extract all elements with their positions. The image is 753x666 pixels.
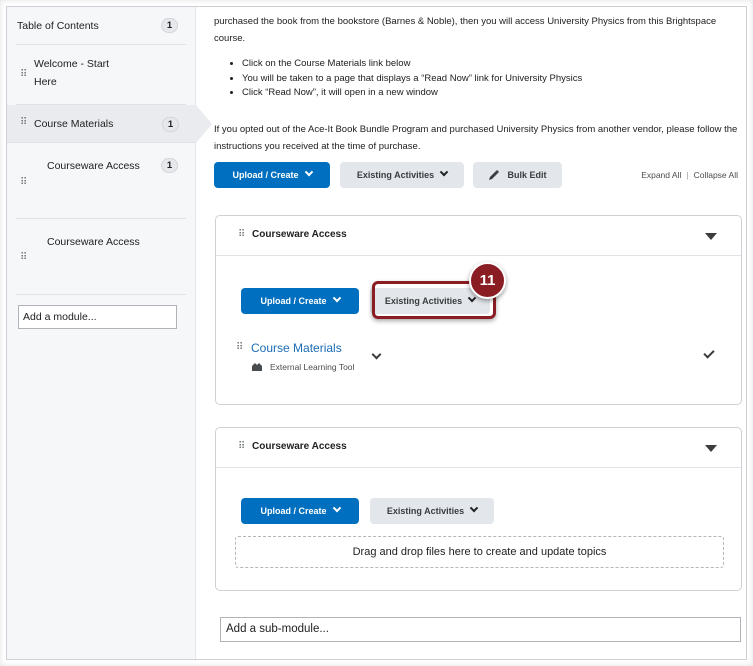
drag-handle-icon[interactable]: ⠿ <box>238 229 245 240</box>
main-content: purchased the book from the bookstore (B… <box>202 7 746 659</box>
sidebar-item-table-of-contents[interactable]: Table of Contents 1 <box>16 7 186 45</box>
button-label: Existing Activities <box>386 506 465 516</box>
sidebar-item-label: Welcome - Start <box>34 58 110 70</box>
list-item: You will be taken to a page that display… <box>242 72 582 87</box>
drag-handle-icon[interactable]: ⠿ <box>238 441 245 452</box>
optout-text-line: If you opted out of the Ace-It Book Bund… <box>214 124 738 135</box>
submodule-header[interactable]: ⠿ Courseware Access <box>216 428 741 468</box>
external-tool-icon <box>252 363 262 371</box>
pencil-icon <box>489 169 500 180</box>
button-label: Upload / Create <box>232 170 299 180</box>
collapse-toggle-icon[interactable] <box>705 445 717 452</box>
sidebar-item-courseware-access-1[interactable]: ⠿ Courseware Access 1 <box>16 143 186 219</box>
upload-create-button[interactable]: Upload / Create <box>241 498 359 524</box>
expand-collapse-links: Expand All | Collapse All <box>641 170 738 180</box>
chevron-down-icon <box>469 503 479 513</box>
add-submodule-input[interactable]: Add a sub-module... <box>220 617 741 642</box>
button-label: Bulk Edit <box>507 170 547 180</box>
drag-handle-icon[interactable]: ⠿ <box>20 177 27 188</box>
collapse-toggle-icon[interactable] <box>705 233 717 240</box>
count-badge: 1 <box>162 117 179 132</box>
submodule-card: ⠿ Courseware Access Upload / Create Exis… <box>215 427 742 591</box>
sidebar-item-label: Courseware Access <box>47 160 140 172</box>
topic-type-label: External Learning Tool <box>270 362 355 372</box>
upload-create-button[interactable]: Upload / Create <box>214 162 330 188</box>
drag-handle-icon[interactable]: ⠿ <box>20 69 27 80</box>
intro-text-line: purchased the book from the bookstore (B… <box>214 16 717 27</box>
list-item: Click on the Course Materials link below <box>242 57 582 72</box>
count-badge: 1 <box>161 158 178 173</box>
collapse-all-link[interactable]: Collapse All <box>694 170 738 180</box>
step-number-badge: 11 <box>469 262 506 299</box>
existing-activities-button[interactable]: Existing Activities <box>370 498 494 524</box>
sidebar-item-course-materials[interactable]: ⠿ Course Materials 1 <box>7 105 212 143</box>
count-badge: 1 <box>161 18 178 33</box>
chevron-down-icon <box>332 293 341 303</box>
instruction-list: Click on the Course Materials link below… <box>228 57 582 101</box>
drag-handle-icon[interactable]: ⠿ <box>20 117 27 128</box>
drag-handle-icon[interactable]: ⠿ <box>236 342 243 353</box>
chevron-down-icon <box>304 167 313 177</box>
existing-activities-button[interactable]: Existing Activities <box>340 162 464 188</box>
add-module-input[interactable]: Add a module... <box>18 305 177 329</box>
expand-all-link[interactable]: Expand All <box>641 170 681 180</box>
submodule-title: Courseware Access <box>252 229 347 240</box>
sidebar-item-label: Course Materials <box>34 118 114 130</box>
sidebar-item-welcome[interactable]: ⠿ Welcome - Start Here <box>16 45 186 105</box>
checkmark-icon[interactable] <box>703 347 715 359</box>
button-label: Existing Activities <box>356 170 435 180</box>
upload-create-button[interactable]: Upload / Create <box>241 288 359 314</box>
optout-text-line: instructions you received at the time of… <box>214 141 421 152</box>
sidebar-item-label: Courseware Access <box>47 236 140 248</box>
sidebar: Table of Contents 1 ⠿ Welcome - Start He… <box>7 7 212 659</box>
chevron-down-icon[interactable] <box>371 349 382 360</box>
button-label: Upload / Create <box>260 296 327 306</box>
intro-text-line: course. <box>214 33 246 44</box>
submodule-header[interactable]: ⠿ Courseware Access <box>216 216 741 256</box>
separator: | <box>686 170 689 180</box>
drag-handle-icon[interactable]: ⠿ <box>20 252 27 263</box>
chevron-down-icon <box>332 503 341 513</box>
button-label: Upload / Create <box>260 506 327 516</box>
app-window: Table of Contents 1 ⠿ Welcome - Start He… <box>6 6 747 660</box>
sidebar-item-label: Table of Contents <box>17 20 99 32</box>
bulk-edit-button[interactable]: Bulk Edit <box>473 162 562 188</box>
topic-link[interactable]: Course Materials <box>251 341 342 355</box>
chevron-down-icon <box>439 167 449 177</box>
sidebar-item-label: Here <box>34 76 57 88</box>
submodule-title: Courseware Access <box>252 441 347 452</box>
list-item: Click “Read Now”, it will open in a new … <box>242 86 582 101</box>
sidebar-item-courseware-access-2[interactable]: ⠿ Courseware Access <box>16 219 186 295</box>
file-dropzone[interactable]: Drag and drop files here to create and u… <box>235 536 724 568</box>
